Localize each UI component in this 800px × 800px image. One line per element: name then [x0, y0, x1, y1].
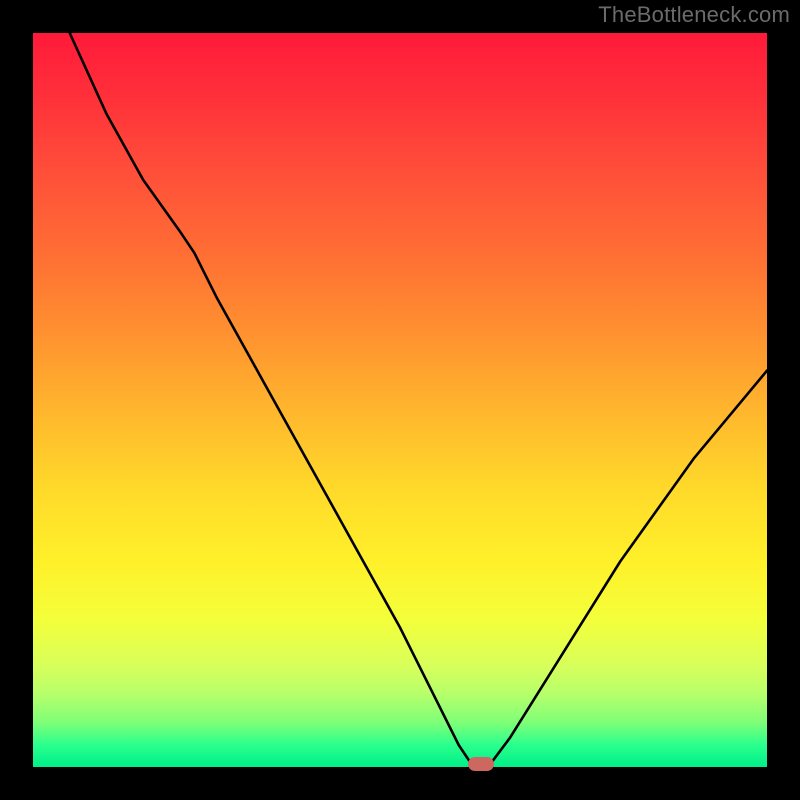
watermark-label: TheBottleneck.com: [598, 2, 790, 28]
optimal-point-marker: [468, 757, 494, 771]
bottleneck-curve: [33, 33, 767, 767]
chart-frame: TheBottleneck.com: [0, 0, 800, 800]
